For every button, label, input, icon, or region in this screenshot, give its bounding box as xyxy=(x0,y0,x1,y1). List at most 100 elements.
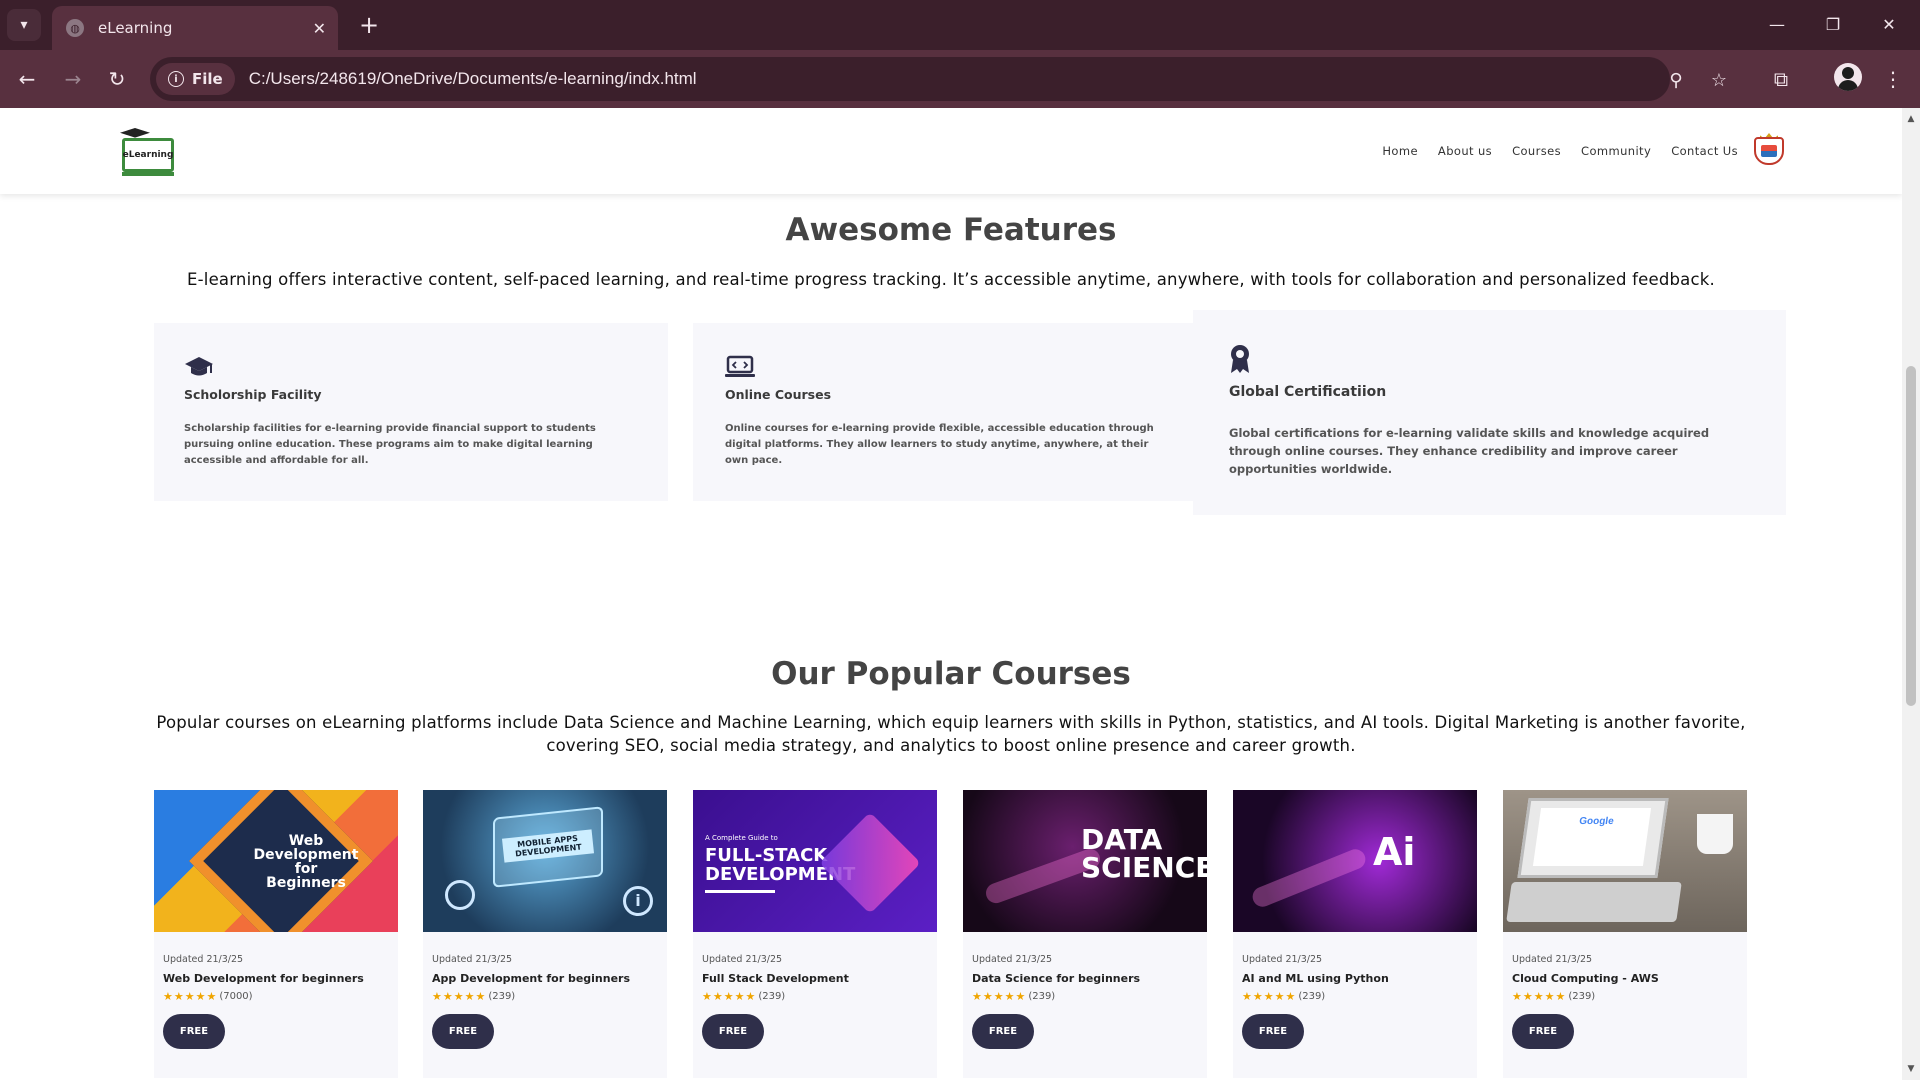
course-thumbnail[interactable]: Google xyxy=(1503,790,1747,932)
course-rating: ★★★★★ (239) xyxy=(1512,990,1595,1003)
site-info-chip[interactable]: i File xyxy=(156,63,235,95)
rating-count: (239) xyxy=(1298,991,1326,1002)
extensions-icon[interactable]: ⧉ xyxy=(1766,64,1796,94)
browser-tab-strip: ▾ ◍ eLearning ✕ + — ❐ ✕ xyxy=(0,0,1920,50)
course-name[interactable]: App Development for beginners xyxy=(432,972,630,985)
free-button[interactable]: FREE xyxy=(702,1014,764,1049)
url-text[interactable]: C:/Users/248619/OneDrive/Documents/e-lea… xyxy=(249,69,697,89)
star-rating-icon: ★★★★★ xyxy=(1242,990,1297,1003)
free-button[interactable]: FREE xyxy=(1512,1014,1574,1049)
course-thumbnail[interactable]: Web Development for Beginners xyxy=(154,790,398,932)
profile-avatar[interactable] xyxy=(1834,63,1862,91)
restore-button[interactable]: ❐ xyxy=(1810,8,1856,40)
feature-title: Global Certificatiion xyxy=(1229,384,1387,400)
course-name[interactable]: Data Science for beginners xyxy=(972,972,1140,985)
courses-title: Our Popular Courses xyxy=(771,656,1131,692)
page-viewport: eLearning Home About us Courses Communit… xyxy=(0,108,1902,1078)
graduation-cap-icon xyxy=(185,357,213,376)
forward-button[interactable]: → xyxy=(58,64,88,94)
logo-text: eLearning xyxy=(122,138,174,172)
rating-count: (239) xyxy=(1028,991,1056,1002)
course-rating: ★★★★★ (239) xyxy=(432,990,515,1003)
address-bar[interactable]: i File C:/Users/248619/OneDrive/Document… xyxy=(150,57,1727,101)
nav-community[interactable]: Community xyxy=(1581,144,1651,158)
feature-card-global-certification: Global Certificatiion Global certificati… xyxy=(1193,310,1786,515)
feature-title: Online Courses xyxy=(725,387,832,402)
cup-icon xyxy=(1697,814,1733,854)
close-window-button[interactable]: ✕ xyxy=(1866,8,1912,40)
info-icon: i xyxy=(168,71,184,87)
course-rating: ★★★★★ (239) xyxy=(702,990,785,1003)
rating-count: (239) xyxy=(1568,991,1596,1002)
course-name[interactable]: Cloud Computing - AWS xyxy=(1512,972,1659,985)
course-updated: Updated 21/3/25 xyxy=(702,954,783,965)
site-logo[interactable]: eLearning xyxy=(118,128,174,176)
thumb-text: Beginners xyxy=(266,875,346,891)
tab-search-button[interactable]: ▾ xyxy=(7,9,41,41)
reload-button[interactable]: ↻ xyxy=(102,64,132,94)
menu-kebab-icon[interactable]: ⋮ xyxy=(1878,64,1908,94)
course-updated: Updated 21/3/25 xyxy=(432,954,513,965)
thumb-text: A Complete Guide to xyxy=(705,834,778,842)
laptop-code-icon xyxy=(725,355,755,377)
thumb-text: Ai xyxy=(1373,830,1416,874)
course-name[interactable]: AI and ML using Python xyxy=(1242,972,1389,985)
rating-count: (239) xyxy=(488,991,516,1002)
nav-home[interactable]: Home xyxy=(1382,144,1418,158)
course-thumbnail[interactable]: Ai xyxy=(1233,790,1477,932)
course-updated: Updated 21/3/25 xyxy=(972,954,1053,965)
features-description: E-learning offers interactive content, s… xyxy=(187,270,1715,289)
star-rating-icon: ★★★★★ xyxy=(702,990,757,1003)
minimize-button[interactable]: — xyxy=(1754,8,1800,40)
zoom-icon[interactable]: ⚲ xyxy=(1665,69,1687,91)
course-thumbnail[interactable]: A Complete Guide to FULL-STACK DEVELOPMEN… xyxy=(693,790,937,932)
course-card-ai-ml[interactable]: Ai Updated 21/3/25 AI and ML using Pytho… xyxy=(1233,790,1477,1078)
new-tab-button[interactable]: + xyxy=(354,10,384,40)
course-card-app-development[interactable]: MOBILE APPS DEVELOPMENT i Updated 21/3/25… xyxy=(423,790,667,1078)
scroll-down-icon[interactable]: ▼ xyxy=(1906,1064,1916,1074)
star-rating-icon: ★★★★★ xyxy=(432,990,487,1003)
scrollbar-thumb[interactable] xyxy=(1906,366,1916,706)
magnifier-icon xyxy=(445,880,475,910)
free-button[interactable]: FREE xyxy=(1242,1014,1304,1049)
nav-courses[interactable]: Courses xyxy=(1512,144,1561,158)
course-thumbnail[interactable]: DATA SCIENCE xyxy=(963,790,1207,932)
free-button[interactable]: FREE xyxy=(972,1014,1034,1049)
bookmark-star-icon[interactable]: ☆ xyxy=(1708,69,1730,91)
close-tab-icon[interactable]: ✕ xyxy=(313,19,326,38)
nav-about-us[interactable]: About us xyxy=(1438,144,1492,158)
free-button[interactable]: FREE xyxy=(432,1014,494,1049)
thumb-text: SCIENCE xyxy=(1081,851,1207,884)
thumb-text: Google xyxy=(1532,808,1652,866)
course-card-data-science[interactable]: DATA SCIENCE Updated 21/3/25 Data Science… xyxy=(963,790,1207,1078)
course-rating: ★★★★★ (7000) xyxy=(163,990,253,1003)
active-tab[interactable]: ◍ eLearning ✕ xyxy=(52,6,338,50)
courses-description: Popular courses on eLearning platforms i… xyxy=(156,713,1746,755)
course-thumbnail[interactable]: MOBILE APPS DEVELOPMENT i xyxy=(423,790,667,932)
free-button[interactable]: FREE xyxy=(163,1014,225,1049)
main-nav: Home About us Courses Community Contact … xyxy=(1382,144,1738,158)
award-icon xyxy=(1231,345,1249,373)
star-rating-icon: ★★★★★ xyxy=(972,990,1027,1003)
course-card-full-stack[interactable]: A Complete Guide to FULL-STACK DEVELOPMEN… xyxy=(693,790,937,1078)
course-name[interactable]: Full Stack Development xyxy=(702,972,849,985)
star-rating-icon: ★★★★★ xyxy=(163,990,218,1003)
scroll-up-icon[interactable]: ▲ xyxy=(1906,114,1916,124)
page-scrollbar[interactable]: ▲ ▼ xyxy=(1902,108,1920,1080)
course-updated: Updated 21/3/25 xyxy=(1242,954,1323,965)
site-info-label: File xyxy=(192,70,223,88)
course-card-web-development[interactable]: Web Development for Beginners Updated 21… xyxy=(154,790,398,1078)
nav-contact-us[interactable]: Contact Us xyxy=(1671,144,1738,158)
course-rating: ★★★★★ (239) xyxy=(1242,990,1325,1003)
rating-count: (239) xyxy=(758,991,786,1002)
course-name[interactable]: Web Development for beginners xyxy=(163,972,364,985)
globe-icon: ◍ xyxy=(66,19,84,37)
feature-text: Global certifications for e-learning val… xyxy=(1229,426,1710,476)
course-card-cloud-computing[interactable]: Google Updated 21/3/25 Cloud Computing -… xyxy=(1503,790,1747,1078)
tab-title: eLearning xyxy=(98,19,173,37)
back-button[interactable]: ← xyxy=(12,64,42,94)
course-updated: Updated 21/3/25 xyxy=(163,954,244,965)
course-updated: Updated 21/3/25 xyxy=(1512,954,1593,965)
site-header: eLearning Home About us Courses Communit… xyxy=(0,108,1902,194)
feature-title: Scholorship Facility xyxy=(184,387,322,402)
